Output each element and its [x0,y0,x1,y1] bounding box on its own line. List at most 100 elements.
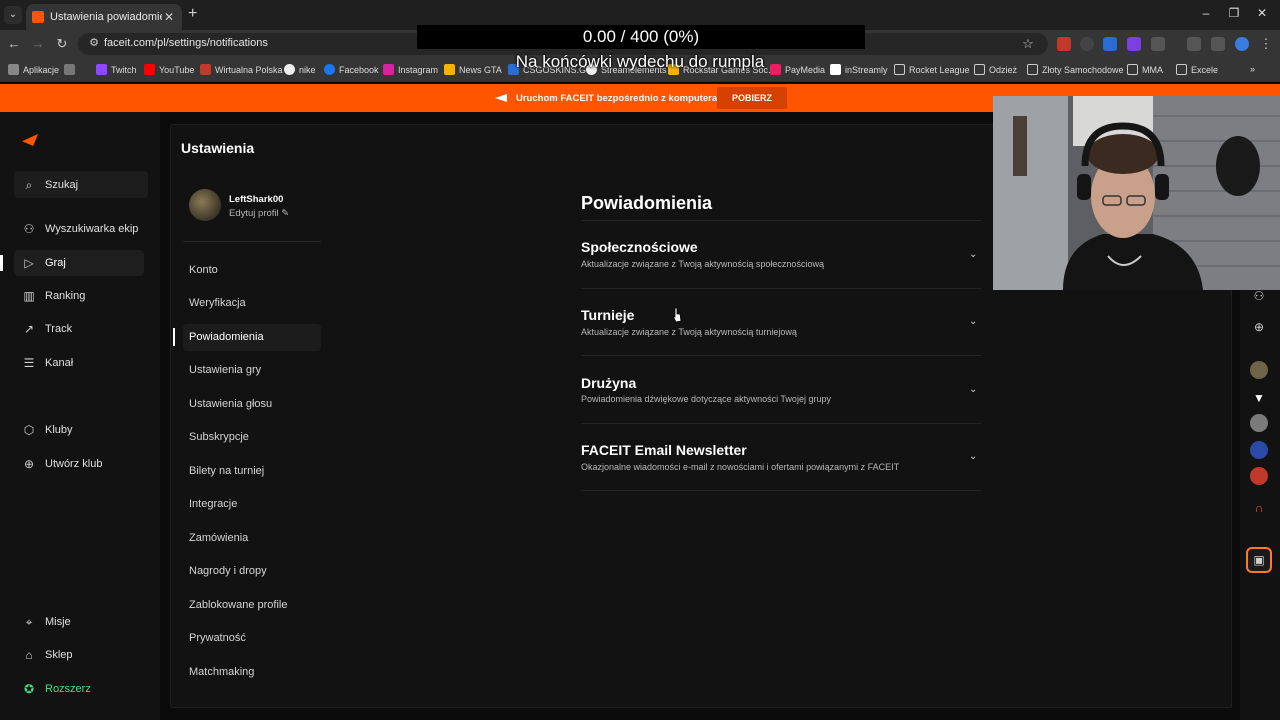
search-icon: ⌕ [25,178,33,192]
extension-icon[interactable] [1103,37,1117,51]
nav-label: Ranking [45,290,86,302]
settings-item-privacy[interactable]: Prywatność [183,625,321,652]
notifications-title: Powiadomienia [581,193,713,213]
divider [183,241,321,242]
nav-label: Graj [45,257,66,269]
nav-item-ranking[interactable]: ▥ Ranking [14,283,144,309]
team-finder-icon: ⚇ [23,222,35,236]
missions-icon: ⌖ [25,615,33,629]
nav-item-channel[interactable]: ☰ Kanał [14,350,144,376]
chevron-down-icon[interactable]: ⌄ [969,451,977,462]
accordion-newsletter-subtitle: Okazjonalne wiadomości e-mail z nowościa… [581,462,900,472]
settings-item-voice-settings[interactable]: Ustawienia głosu [183,391,321,418]
extension-icon[interactable] [1057,37,1071,51]
extensions-puzzle-icon[interactable] [1151,37,1165,51]
close-window-icon[interactable]: ✕ [1252,6,1272,20]
nav-label: Rozszerz [45,683,91,695]
user-name: LeftShark00 [229,194,284,205]
back-icon[interactable]: ← [6,36,22,51]
play-icon: ▷ [24,256,34,270]
settings-item-orders[interactable]: Zamówienia [183,525,321,552]
edit-profile-label: Edytuj profil [229,208,279,219]
settings-item-rewards[interactable]: Nagrody i dropy [183,558,321,585]
accordion-newsletter-title[interactable]: FACEIT Email Newsletter [581,442,747,458]
avatar[interactable] [1250,414,1268,432]
settings-item-integrations[interactable]: Integracje [183,491,321,518]
webcam-feed-image [993,96,1280,290]
divider [581,355,981,356]
accordion-team-subtitle: Powiadomienia dźwiękowe dotyczące aktywn… [581,394,831,404]
extension-icon[interactable] [1080,37,1094,51]
chevron-down-icon[interactable]: ⌄ [969,316,977,327]
browser-tab-active[interactable]: Ustawienia powiadomień - FACEIT ✕ [26,4,182,30]
search-item[interactable]: ⌕ Szukaj [14,172,144,198]
download-button[interactable]: POBIERZ [717,87,787,109]
add-friend-icon[interactable]: ⊕ [1250,318,1268,336]
reload-icon[interactable]: ↻ [54,36,70,52]
divider [581,288,981,289]
settings-active-indicator [173,328,175,346]
nav-item-play[interactable]: ▷ Graj [14,250,144,276]
nav-item-team-finder[interactable]: ⚇ Wyszukiwarka ekip [14,216,144,242]
maximize-icon[interactable]: ❐ [1224,6,1244,20]
tab-list-icon[interactable]: ⌄ [4,6,22,24]
avatar[interactable] [1250,467,1268,485]
ranking-icon: ▥ [23,289,35,303]
divider [581,423,981,424]
nav-item-track[interactable]: ↗ Track [14,316,144,342]
new-tab-icon[interactable]: + [188,5,197,23]
extension-icon[interactable] [1127,37,1141,51]
profile-avatar[interactable] [1235,37,1249,51]
settings-item-verification[interactable]: Weryfikacja [183,290,321,317]
edit-profile-link[interactable]: Edytuj profil ✎ [229,208,289,219]
nav-item-shop[interactable]: ⌂ Sklep [14,642,144,668]
avatar[interactable] [189,189,221,221]
tab-close-icon[interactable]: ✕ [162,10,176,24]
menu-dots-icon[interactable]: ⋮ [1258,36,1274,52]
minimize-icon[interactable]: – [1196,6,1216,20]
nav-item-create-club[interactable]: ⊕ Utwórz klub [14,451,144,477]
url-text[interactable]: faceit.com/pl/settings/notifications [104,37,268,49]
accordion-social-subtitle: Aktualizacje związane z Twoją aktywności… [581,259,824,269]
nav-item-clubs[interactable]: ⬡ Kluby [14,417,144,443]
nav-item-missions[interactable]: ⌖ Misje [14,609,144,635]
bookmark-star-icon[interactable]: ☆ [1020,36,1036,52]
club-logo-icon[interactable]: ▼ [1250,389,1268,407]
search-label: Szukaj [45,179,79,191]
shop-icon: ⌂ [25,648,33,662]
chevron-down-icon[interactable]: ⌄ [969,249,977,260]
headset-icon[interactable]: ∩ [1250,499,1268,517]
track-icon: ↗ [23,322,35,336]
accordion-team-title[interactable]: Drużyna [581,375,636,391]
overlay-counter: 0.00 / 400 (0%) [417,25,865,49]
chevron-down-icon[interactable]: ⌄ [969,384,977,395]
nav-label: Kluby [45,424,73,436]
settings-item-subscriptions[interactable]: Subskrypcje [183,424,321,451]
overlay-caption: Na końcówki wydechu do rumpla [515,52,765,71]
nav-item-upgrade[interactable]: ✪ Rozszerz [14,676,144,702]
avatar[interactable] [1250,441,1268,459]
accordion-tournaments-title[interactable]: Turnieje [581,307,634,323]
avatar[interactable] [1250,361,1268,379]
faceit-logo-icon [495,94,507,102]
nav-active-indicator [0,255,3,271]
chip-icon[interactable]: ▣ [1246,547,1272,573]
forward-icon[interactable]: → [30,36,46,51]
settings-item-matchmaking[interactable]: Matchmaking [183,659,321,686]
settings-item-notifications[interactable]: Powiadomienia [183,324,321,351]
mouse-cursor-icon [672,307,682,323]
tab-title: Ustawienia powiadomień - FACEIT [50,11,162,23]
channel-icon: ☰ [23,356,35,370]
divider [581,220,981,221]
accordion-tournaments-subtitle: Aktualizacje związane z Twoją aktywności… [581,327,797,337]
settings-item-account[interactable]: Konto [183,257,321,284]
pencil-icon: ✎ [281,208,290,219]
settings-item-tournament-tickets[interactable]: Bilety na turniej [183,458,321,485]
settings-item-game-settings[interactable]: Ustawienia gry [183,357,321,384]
downloads-icon[interactable] [1187,37,1201,51]
accordion-social-title[interactable]: Społecznościowe [581,239,698,255]
site-info-icon[interactable]: ⚙ [86,36,102,49]
media-icon[interactable] [1211,37,1225,51]
settings-item-blocked-profiles[interactable]: Zablokowane profile [183,592,321,619]
clubs-icon: ⬡ [23,423,35,437]
